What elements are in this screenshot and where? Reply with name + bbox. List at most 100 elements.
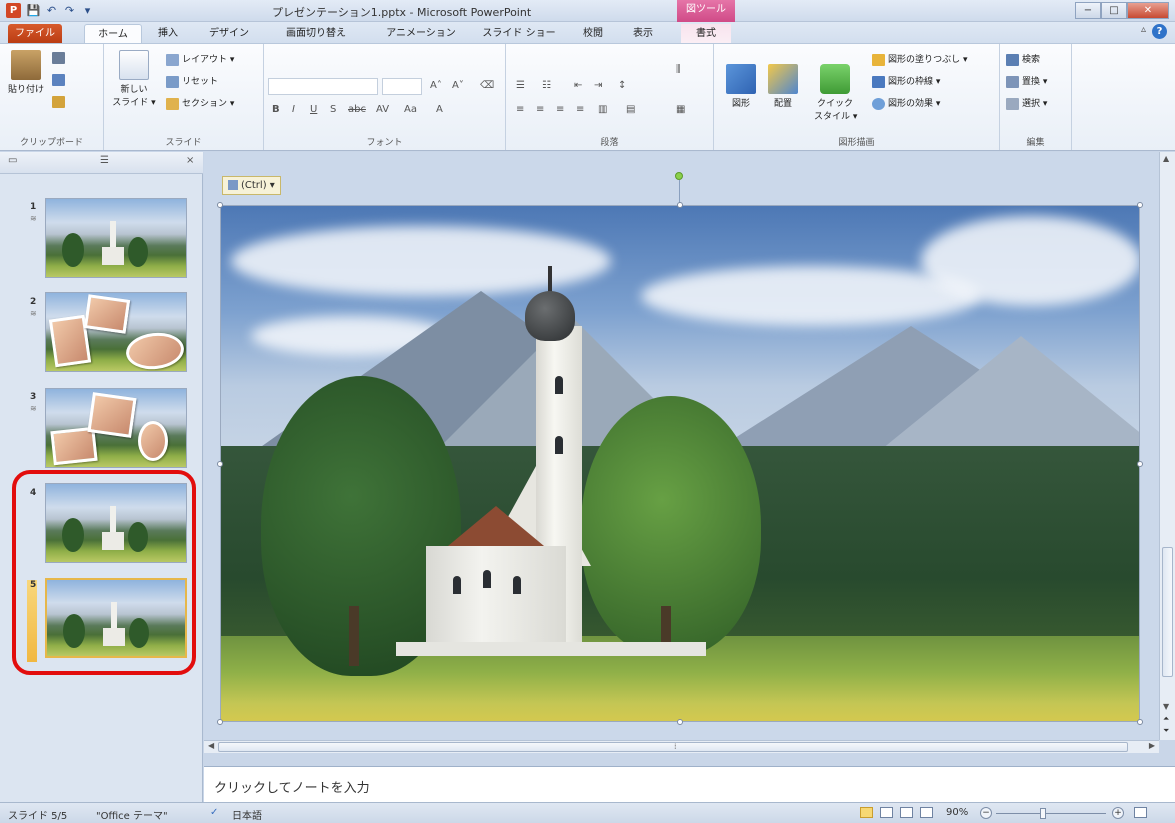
decrease-indent-icon[interactable]: ⇤ xyxy=(574,80,582,91)
bullets-icon[interactable]: ☰ xyxy=(516,80,525,91)
change-case-icon[interactable]: Aa xyxy=(404,104,417,115)
tab-review[interactable]: 校閲 xyxy=(576,24,610,44)
close-button[interactable]: ✕ xyxy=(1127,2,1169,19)
save-icon[interactable]: 💾 xyxy=(26,3,41,18)
shape-outline-button[interactable]: 図形の枠線 ▾ xyxy=(872,74,940,88)
tab-home[interactable]: ホーム xyxy=(84,24,142,44)
slideshow-view-icon[interactable] xyxy=(920,807,933,818)
slide-canvas[interactable] xyxy=(220,205,1140,722)
resize-handle-n[interactable] xyxy=(677,202,683,208)
rotation-handle[interactable] xyxy=(675,172,683,180)
tab-slideshow[interactable]: スライド ショー xyxy=(476,24,562,44)
replace-button[interactable]: 置換 ▾ xyxy=(1006,74,1047,88)
undo-icon[interactable]: ↶ xyxy=(44,3,59,18)
notes-pane[interactable]: クリックしてノートを入力 xyxy=(204,766,1175,802)
tab-insert[interactable]: 挿入 xyxy=(150,24,186,44)
select-button[interactable]: 選択 ▾ xyxy=(1006,96,1047,110)
justify-icon[interactable]: ≡ xyxy=(576,104,584,115)
spellcheck-icon[interactable]: ✓ xyxy=(210,807,218,818)
language-indicator[interactable]: 日本語 xyxy=(232,807,262,822)
shadow-icon[interactable]: S xyxy=(330,104,336,115)
font-color-icon[interactable]: A xyxy=(436,104,443,115)
zoom-slider-knob[interactable] xyxy=(1040,808,1046,819)
zoom-out-button[interactable]: − xyxy=(980,807,992,819)
paste-options-button[interactable]: (Ctrl) ▾ xyxy=(222,176,281,195)
powerpoint-app-icon[interactable]: P xyxy=(6,3,21,18)
layout-button[interactable]: レイアウト ▾ xyxy=(166,52,234,66)
shape-effects-button[interactable]: 図形の効果 ▾ xyxy=(872,96,940,110)
normal-view-icon[interactable] xyxy=(860,807,873,818)
scroll-right-icon[interactable]: ▶ xyxy=(1149,741,1155,750)
resize-handle-e[interactable] xyxy=(1137,461,1143,467)
columns-icon[interactable]: ▥ xyxy=(598,104,607,115)
cut-button[interactable] xyxy=(52,52,68,64)
vertical-scroll-thumb[interactable] xyxy=(1162,547,1173,677)
smartart-icon[interactable]: ▦ xyxy=(676,104,685,115)
outline-tab-icon[interactable]: ☰ xyxy=(100,155,109,166)
increase-indent-icon[interactable]: ⇥ xyxy=(594,80,602,91)
panel-close-icon[interactable]: × xyxy=(186,155,194,166)
resize-handle-w[interactable] xyxy=(217,461,223,467)
shape-fill-button[interactable]: 図形の塗りつぶし ▾ xyxy=(872,52,967,66)
scroll-down-icon[interactable]: ▼ xyxy=(1163,702,1169,711)
resize-handle-sw[interactable] xyxy=(217,719,223,725)
paste-button[interactable]: 貼り付け xyxy=(6,50,46,95)
shapes-button[interactable]: 図形 xyxy=(724,64,758,109)
align-left-icon[interactable]: ≡ xyxy=(516,104,524,115)
horizontal-scroll-thumb[interactable] xyxy=(218,742,1128,752)
align-right-icon[interactable]: ≡ xyxy=(556,104,564,115)
underline-icon[interactable]: U xyxy=(310,104,317,115)
tab-transitions[interactable]: 画面切り替え xyxy=(278,24,354,44)
zoom-in-button[interactable]: + xyxy=(1112,807,1124,819)
align-text-icon[interactable]: ▤ xyxy=(626,104,635,115)
shrink-font-icon[interactable]: A˅ xyxy=(452,80,464,91)
find-button[interactable]: 検索 xyxy=(1006,52,1040,66)
strikethrough-icon[interactable]: abc xyxy=(348,104,366,115)
copy-button[interactable] xyxy=(52,74,68,86)
font-name-combo[interactable] xyxy=(268,78,378,95)
numbering-icon[interactable]: ☷ xyxy=(542,80,551,91)
vertical-scrollbar[interactable]: ▲ ▼ ⏶ ⏷ xyxy=(1159,152,1175,740)
italic-icon[interactable]: I xyxy=(292,104,295,115)
resize-handle-s[interactable] xyxy=(677,719,683,725)
font-size-combo[interactable] xyxy=(382,78,422,95)
slide-thumbnail-1[interactable] xyxy=(45,198,187,278)
text-direction-icon[interactable]: ⫼ xyxy=(676,64,681,75)
line-spacing-icon[interactable]: ↕ xyxy=(618,80,626,91)
theme-name[interactable]: "Office テーマ" xyxy=(96,807,168,822)
ribbon-minimize-icon[interactable]: ▵ xyxy=(1141,24,1146,39)
fit-to-window-icon[interactable] xyxy=(1134,807,1147,818)
maximize-button[interactable]: □ xyxy=(1101,2,1127,19)
arrange-button[interactable]: 配置 xyxy=(766,64,800,109)
new-slide-button[interactable]: 新しい スライド ▾ xyxy=(112,50,156,108)
slides-tab-icon[interactable]: ▭ xyxy=(8,155,17,166)
reading-view-icon[interactable] xyxy=(900,807,913,818)
scroll-left-icon[interactable]: ◀ xyxy=(208,741,214,750)
bold-icon[interactable]: B xyxy=(272,104,280,115)
align-center-icon[interactable]: ≡ xyxy=(536,104,544,115)
notes-placeholder[interactable]: クリックしてノートを入力 xyxy=(214,777,370,796)
help-icon[interactable]: ? xyxy=(1152,24,1167,39)
tab-design[interactable]: デザイン xyxy=(204,24,254,44)
reset-button[interactable]: リセット xyxy=(166,74,218,88)
minimize-button[interactable]: − xyxy=(1075,2,1101,19)
resize-handle-nw[interactable] xyxy=(217,202,223,208)
resize-handle-ne[interactable] xyxy=(1137,202,1143,208)
section-button[interactable]: セクション ▾ xyxy=(166,96,234,110)
slide-sorter-view-icon[interactable] xyxy=(880,807,893,818)
zoom-slider[interactable] xyxy=(996,813,1106,814)
slide-thumbnail-2[interactable] xyxy=(45,292,187,372)
tab-view[interactable]: 表示 xyxy=(626,24,660,44)
format-painter-button[interactable] xyxy=(52,96,68,108)
zoom-level[interactable]: 90% xyxy=(946,807,968,818)
char-spacing-icon[interactable]: AV xyxy=(376,104,389,115)
customize-quick-access-icon[interactable]: ▾ xyxy=(80,3,95,18)
quick-styles-button[interactable]: クイック スタイル ▾ xyxy=(814,64,857,122)
tab-animations[interactable]: アニメーション xyxy=(378,24,464,44)
horizontal-scrollbar[interactable]: ◀ ⁞ ▶ xyxy=(204,740,1159,753)
scroll-up-icon[interactable]: ▲ xyxy=(1163,154,1169,163)
slide-thumbnail-3[interactable] xyxy=(45,388,187,468)
next-slide-icon[interactable]: ⏷ xyxy=(1163,726,1169,736)
clear-format-icon[interactable]: ⌫ xyxy=(480,80,494,91)
tab-file[interactable]: ファイル xyxy=(8,24,62,44)
